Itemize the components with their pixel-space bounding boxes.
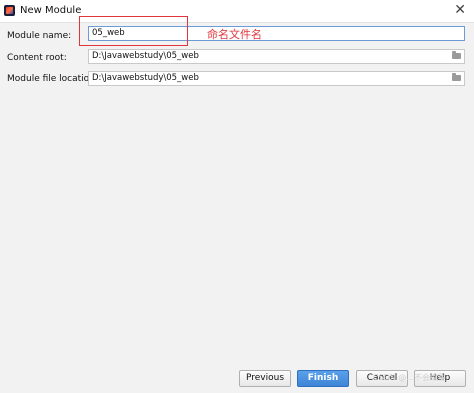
browse-folder-icon[interactable] — [452, 51, 461, 59]
previous-button[interactable]: Previous — [239, 370, 291, 387]
close-icon[interactable]: ✕ — [454, 2, 466, 18]
content-root-label: Content root: — [7, 53, 67, 63]
content-root-input[interactable]: D:\Javawebstudy\05_web — [88, 49, 465, 64]
annotation-highlight-box — [79, 16, 188, 46]
module-name-label: Module name: — [7, 31, 72, 41]
module-file-location-input[interactable]: D:\Javawebstudy\05_web — [88, 71, 465, 86]
module-file-location-label: Module file location: — [7, 74, 98, 84]
window-title: New Module — [20, 5, 82, 16]
module-file-location-value: D:\Javawebstudy\05_web — [92, 73, 199, 83]
intellij-icon — [4, 5, 15, 16]
browse-folder-icon[interactable] — [452, 73, 461, 81]
annotation-text: 命名文件名 — [207, 28, 262, 41]
watermark: CSDN @...不会编程 — [373, 373, 446, 382]
title-bar: New Module ✕ — [0, 0, 474, 23]
content-root-value: D:\Javawebstudy\05_web — [92, 51, 199, 61]
finish-button[interactable]: Finish — [297, 370, 349, 387]
